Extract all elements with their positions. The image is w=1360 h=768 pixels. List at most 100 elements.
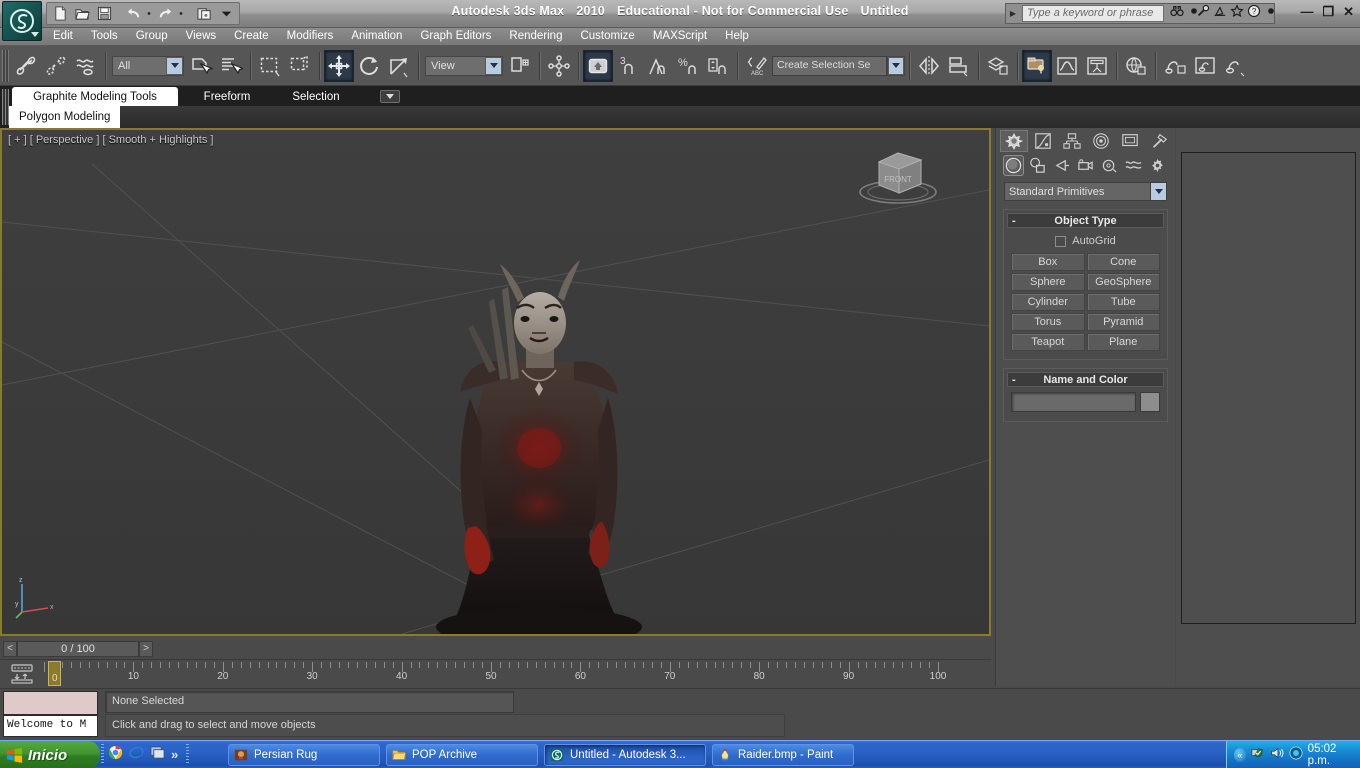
- maxscript-mini-listener[interactable]: [3, 691, 98, 715]
- next-frame-button[interactable]: >: [139, 640, 153, 657]
- update-icon[interactable]: [1289, 745, 1303, 765]
- viewport-label[interactable]: [ + ] [ Perspective ] [ Smooth + Highlig…: [8, 134, 213, 146]
- plane-button[interactable]: Plane: [1086, 333, 1160, 351]
- layer-manager-icon[interactable]: [983, 50, 1013, 82]
- chrome-icon[interactable]: [108, 745, 123, 765]
- use-pivot-point-center-icon[interactable]: [505, 50, 535, 82]
- motion-tab[interactable]: [1087, 130, 1115, 152]
- unlink-selection-icon[interactable]: [41, 50, 71, 82]
- named-selection-arrow-icon[interactable]: [888, 56, 904, 75]
- quicklaunch-separator-right[interactable]: [186, 744, 189, 765]
- object-color-swatch[interactable]: [1140, 392, 1160, 412]
- help-dropdown-icon[interactable]: [1264, 4, 1274, 23]
- mirror-icon[interactable]: [914, 50, 944, 82]
- select-and-link-icon[interactable]: [11, 50, 41, 82]
- teapot-button[interactable]: Teapot: [1011, 333, 1085, 351]
- systems-category[interactable]: [1147, 155, 1168, 176]
- rectangular-selection-region-icon[interactable]: [255, 50, 285, 82]
- render-setup-icon[interactable]: [1121, 50, 1151, 82]
- tray-expand-icon[interactable]: «: [1234, 748, 1246, 762]
- start-button[interactable]: Inicio: [0, 741, 100, 768]
- window-crossing-icon[interactable]: [285, 50, 315, 82]
- subscription-key-icon[interactable]: [1196, 4, 1210, 23]
- menu-item-maxscript[interactable]: MAXScript: [644, 28, 716, 45]
- ribbon-tab-selection[interactable]: Selection: [276, 87, 356, 106]
- menu-item-rendering[interactable]: Rendering: [500, 28, 571, 45]
- menu-item-group[interactable]: Group: [127, 28, 177, 45]
- quicklaunch-more-icon[interactable]: »: [171, 748, 178, 761]
- shapes-category[interactable]: [1027, 155, 1048, 176]
- sphere-button[interactable]: Sphere: [1011, 273, 1085, 291]
- cone-button[interactable]: Cone: [1086, 253, 1160, 271]
- perspective-viewport[interactable]: [ + ] [ Perspective ] [ Smooth + Highlig…: [0, 128, 991, 636]
- select-and-scale-icon[interactable]: [384, 50, 414, 82]
- select-and-move-icon[interactable]: [324, 49, 354, 82]
- align-icon[interactable]: [944, 50, 974, 82]
- taskbar-item-raider-paint[interactable]: Raider.bmp - Paint: [712, 744, 854, 766]
- time-slider-handle[interactable]: 0 / 100: [17, 640, 139, 657]
- restore-button[interactable]: ❐: [1322, 5, 1334, 18]
- maxscript-entry-field[interactable]: Welcome to M: [3, 715, 98, 737]
- show-desktop-icon[interactable]: [150, 745, 165, 765]
- create-tab[interactable]: [1000, 130, 1028, 152]
- spinner-snap-toggle-icon[interactable]: %: [673, 50, 703, 82]
- qat-dropdown-icon[interactable]: [216, 4, 236, 23]
- project-folder-icon[interactable]: [194, 4, 214, 23]
- taskbar-item-pop-archive[interactable]: POP Archive: [386, 744, 538, 766]
- render-production-icon[interactable]: [1190, 50, 1220, 82]
- utilities-tab[interactable]: [1145, 130, 1173, 152]
- track-bar-playhead[interactable]: 0: [48, 661, 61, 686]
- named-selection-sets-combo-arrow[interactable]: [887, 55, 905, 76]
- ribbon-tab-freeform[interactable]: Freeform: [182, 87, 272, 106]
- search-binoculars-icon[interactable]: [1170, 4, 1184, 23]
- display-tab[interactable]: [1116, 130, 1144, 152]
- menu-item-customize[interactable]: Customize: [571, 28, 643, 45]
- snaps-toggle-icon[interactable]: [583, 49, 613, 82]
- modify-tab[interactable]: [1029, 130, 1057, 152]
- lights-category[interactable]: [1051, 155, 1072, 176]
- search-expand-arrow-icon[interactable]: ▶: [1006, 9, 1020, 18]
- track-bar-ruler[interactable]: 10 20 30 40 50 60 70 80 90 100: [44, 660, 991, 688]
- save-file-icon[interactable]: [94, 4, 114, 23]
- favorites-star-icon[interactable]: [1230, 4, 1244, 23]
- selection-filter-combo[interactable]: All: [112, 55, 184, 76]
- search-input[interactable]: Type a keyword or phrase: [1022, 5, 1164, 22]
- minimize-button[interactable]: —: [1300, 5, 1313, 18]
- torus-button[interactable]: Torus: [1011, 313, 1085, 331]
- geosphere-button[interactable]: GeoSphere: [1086, 273, 1160, 291]
- primitives-type-arrow-icon[interactable]: [1150, 183, 1166, 200]
- network-shield-icon[interactable]: [1251, 746, 1265, 765]
- select-and-rotate-icon[interactable]: [354, 50, 384, 82]
- hierarchy-tab[interactable]: [1058, 130, 1086, 152]
- cylinder-button[interactable]: Cylinder: [1011, 293, 1085, 311]
- taskbar-item-persian-rug[interactable]: Persian Rug: [228, 744, 380, 766]
- object-type-header[interactable]: - Object Type: [1007, 213, 1164, 228]
- menu-item-graph-editors[interactable]: Graph Editors: [411, 28, 500, 45]
- menu-item-edit[interactable]: Edit: [44, 28, 82, 45]
- ribbon-options-dropdown[interactable]: [380, 90, 400, 103]
- taskbar-item-autodesk-3ds-max[interactable]: Untitled - Autodesk 3...: [544, 744, 706, 766]
- angle-snap-toggle-icon[interactable]: 3: [613, 50, 643, 82]
- pyramid-button[interactable]: Pyramid: [1086, 313, 1160, 331]
- menu-item-help[interactable]: Help: [716, 28, 758, 45]
- space-warps-category[interactable]: [1123, 155, 1144, 176]
- material-editor-icon[interactable]: [1022, 49, 1052, 82]
- viewcube[interactable]: FRONT: [851, 140, 951, 210]
- select-object-icon[interactable]: [186, 50, 216, 82]
- undo-dropdown-icon[interactable]: [145, 4, 153, 23]
- reference-coordinate-system-combo[interactable]: View: [425, 55, 503, 76]
- name-and-color-collapse-icon[interactable]: -: [1012, 373, 1016, 388]
- select-and-manipulate-icon[interactable]: [544, 50, 574, 82]
- infocenter-search[interactable]: ▶ Type a keyword or phrase ?: [1005, 3, 1275, 24]
- box-button[interactable]: Box: [1011, 253, 1085, 271]
- menu-item-create[interactable]: Create: [225, 28, 278, 45]
- autogrid-row[interactable]: AutoGrid: [1007, 231, 1164, 251]
- edit-named-selection-sets-icon[interactable]: ABC: [742, 50, 772, 82]
- curve-editor-icon[interactable]: [1052, 50, 1082, 82]
- ribbon-grip[interactable]: [2, 89, 9, 125]
- toolbar-grip[interactable]: [2, 49, 9, 82]
- communication-center-icon[interactable]: [1213, 4, 1227, 23]
- close-button[interactable]: ✕: [1343, 5, 1354, 18]
- open-file-icon[interactable]: [72, 4, 92, 23]
- activeshade-icon[interactable]: [1220, 50, 1250, 82]
